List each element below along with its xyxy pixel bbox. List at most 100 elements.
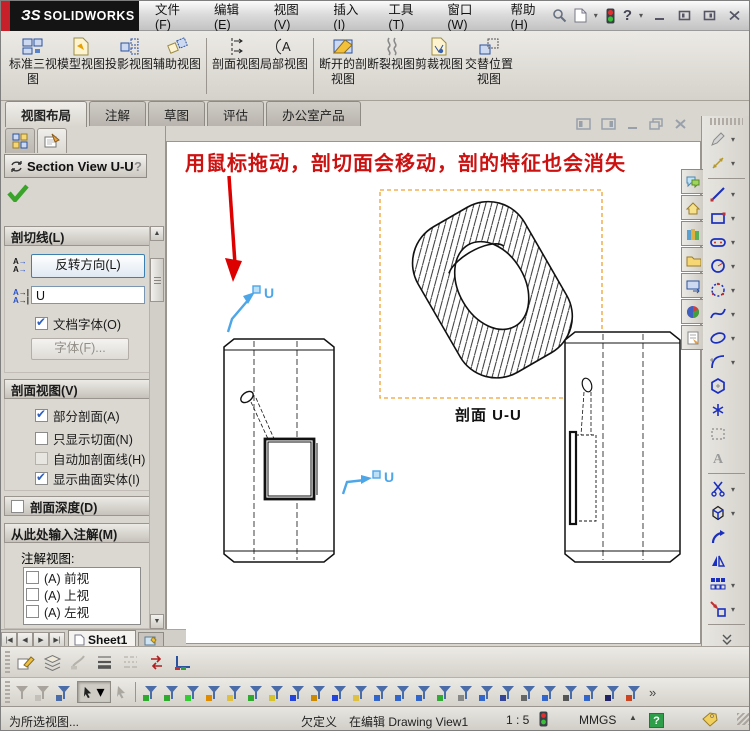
text-button[interactable]: A	[702, 446, 750, 470]
help-dropdown-icon[interactable]: ▾	[639, 11, 643, 20]
group-header-import-annotations[interactable]: 从此处输入注解(M)	[4, 523, 150, 543]
group-header-section-view[interactable]: 剖面视图(V)	[4, 379, 150, 399]
filter-weld-symbols-icon[interactable]	[437, 684, 454, 701]
dropdown-icon[interactable]: ▾	[731, 485, 735, 494]
corner-rectangle-button[interactable]: ▾	[702, 206, 750, 230]
section-view-u-u[interactable]	[397, 186, 588, 393]
tab-sketch[interactable]: 草图	[148, 101, 205, 126]
filter-solid-bodies-icon[interactable]	[206, 684, 223, 701]
filter-geometric-tolerances-icon[interactable]	[458, 684, 475, 701]
filter-balloons-icon[interactable]	[500, 684, 517, 701]
circle-button[interactable]: ▾	[702, 254, 750, 278]
straight-slot-button[interactable]: ▾	[702, 230, 750, 254]
broken-out-section-button[interactable]: 断开的剖视图	[319, 36, 367, 87]
dropdown-icon[interactable]: ▾	[731, 214, 735, 223]
file-explorer-icon[interactable]	[681, 247, 703, 272]
font-button[interactable]: 字体(F)...	[31, 338, 129, 360]
scroll-up-icon[interactable]: ▲	[150, 226, 164, 241]
polygon-button[interactable]	[702, 374, 750, 398]
filter-dimensions-icon[interactable]	[248, 684, 265, 701]
units-selector[interactable]: MMGS	[579, 713, 616, 727]
mirror-entities-button[interactable]	[702, 549, 750, 573]
scroll-down-icon[interactable]: ▼	[150, 614, 164, 629]
linear-sketch-pattern-button[interactable]: ▾	[702, 573, 750, 597]
more-filters-icon[interactable]: »	[649, 685, 656, 700]
menu-edit[interactable]: 编辑(E)	[214, 0, 255, 32]
projected-view-button[interactable]: 投影视图	[105, 36, 153, 72]
dropdown-icon[interactable]: ▾	[731, 605, 735, 614]
tab-evaluate[interactable]: 评估	[207, 101, 264, 126]
tab-view-layout[interactable]: 视图布局	[5, 101, 87, 127]
partial-section-checkbox[interactable]	[35, 409, 48, 422]
menu-window[interactable]: 窗口(W)	[447, 0, 491, 32]
filter-weld-beads-icon[interactable]	[626, 684, 643, 701]
select-other-icon[interactable]	[115, 685, 128, 699]
display-only-cut-checkbox[interactable]	[35, 432, 48, 445]
auto-hatch-checkbox[interactable]	[35, 452, 48, 465]
ellipse-button[interactable]: ▾	[702, 326, 750, 350]
construction-geometry-button[interactable]	[702, 422, 750, 446]
line-button[interactable]: ▾	[702, 182, 750, 206]
menu-view[interactable]: 视图(V)	[274, 0, 315, 32]
dropdown-icon[interactable]: ▾	[96, 682, 104, 702]
grid-origin-icon[interactable]	[173, 654, 192, 671]
document-font-option[interactable]: 文档字体(O)	[35, 314, 121, 333]
search-icon[interactable]	[552, 8, 567, 23]
restore-button[interactable]	[700, 8, 718, 24]
reverse-direction-icon[interactable]	[147, 654, 166, 671]
show-surface-bodies-checkbox[interactable]	[35, 472, 48, 485]
dropdown-icon[interactable]: ▾	[731, 190, 735, 199]
tab-office-products[interactable]: 办公室产品	[266, 101, 361, 126]
filter-sketches-icon[interactable]	[311, 684, 328, 701]
trim-entities-button[interactable]: ▾	[702, 477, 750, 501]
edit-sheet-format-icon[interactable]	[17, 654, 36, 671]
toolbar-grip[interactable]	[5, 681, 10, 703]
dropdown-icon[interactable]: ▾	[731, 310, 735, 319]
move-entities-button[interactable]: ▾	[702, 597, 750, 621]
solidworks-resources-icon[interactable]	[681, 195, 703, 220]
ok-check-icon[interactable]	[7, 184, 29, 202]
rebuild-traffic-light-icon[interactable]	[605, 8, 616, 24]
line-color-icon[interactable]	[69, 654, 88, 671]
filter-vertices-icon[interactable]	[143, 684, 160, 701]
doc-close-icon[interactable]	[674, 118, 687, 130]
custom-properties-icon[interactable]	[681, 325, 703, 350]
auxiliary-view-button[interactable]: 辅助视图	[153, 36, 201, 72]
property-manager-tab-icon[interactable]	[37, 128, 67, 153]
filter-notes-icon[interactable]	[479, 684, 496, 701]
section-view-button[interactable]: 剖面视图	[212, 36, 260, 72]
list-item-left-view[interactable]: (A) 左视	[26, 603, 138, 620]
list-item-front-view[interactable]: (A) 前视	[26, 569, 138, 586]
layer-properties-icon[interactable]	[43, 654, 62, 671]
panel-scrollbar[interactable]: ▲ ▼	[149, 226, 165, 629]
crop-view-button[interactable]: 剪裁视图	[415, 36, 463, 72]
pm-help-icon[interactable]: ?	[134, 159, 142, 174]
filter-off-icon[interactable]	[14, 684, 31, 701]
group-header-section-line[interactable]: 剖切线(L)	[4, 226, 150, 246]
spline-button[interactable]: ▾	[702, 302, 750, 326]
point-button[interactable]	[702, 398, 750, 422]
list-item-top-view[interactable]: (A) 上视	[26, 586, 138, 603]
break-view-button[interactable]: 断裂视图	[367, 36, 415, 72]
units-dropdown-icon[interactable]: ▲	[629, 713, 637, 722]
cut-line-top[interactable]: U	[228, 285, 274, 332]
filter-dimension-arrows-icon[interactable]	[416, 684, 433, 701]
filter-all-icon[interactable]	[35, 684, 52, 701]
filter-blocks-icon[interactable]	[605, 684, 622, 701]
dropdown-icon[interactable]: ▾	[731, 581, 735, 590]
minimize-button[interactable]	[650, 8, 668, 24]
dropdown-icon[interactable]: ▾	[731, 238, 735, 247]
filter-surface-finish-icon[interactable]	[521, 684, 538, 701]
side-drawing-view[interactable]	[565, 332, 680, 562]
menu-insert[interactable]: 插入(I)	[333, 0, 369, 32]
dropdown-icon[interactable]: ▾	[731, 509, 735, 518]
dropdown-icon[interactable]: ▾	[731, 135, 735, 144]
detail-view-button[interactable]: A 局部视图	[260, 36, 308, 72]
section-label-input[interactable]: U	[31, 286, 145, 304]
filter-centerlines-icon[interactable]	[395, 684, 412, 701]
filter-edges-icon[interactable]	[164, 684, 181, 701]
tag-icon[interactable]	[701, 711, 718, 727]
new-document-button[interactable]	[574, 8, 587, 23]
section-depth-checkbox[interactable]	[11, 500, 24, 513]
smart-dimension-button[interactable]: ▾	[702, 151, 750, 175]
